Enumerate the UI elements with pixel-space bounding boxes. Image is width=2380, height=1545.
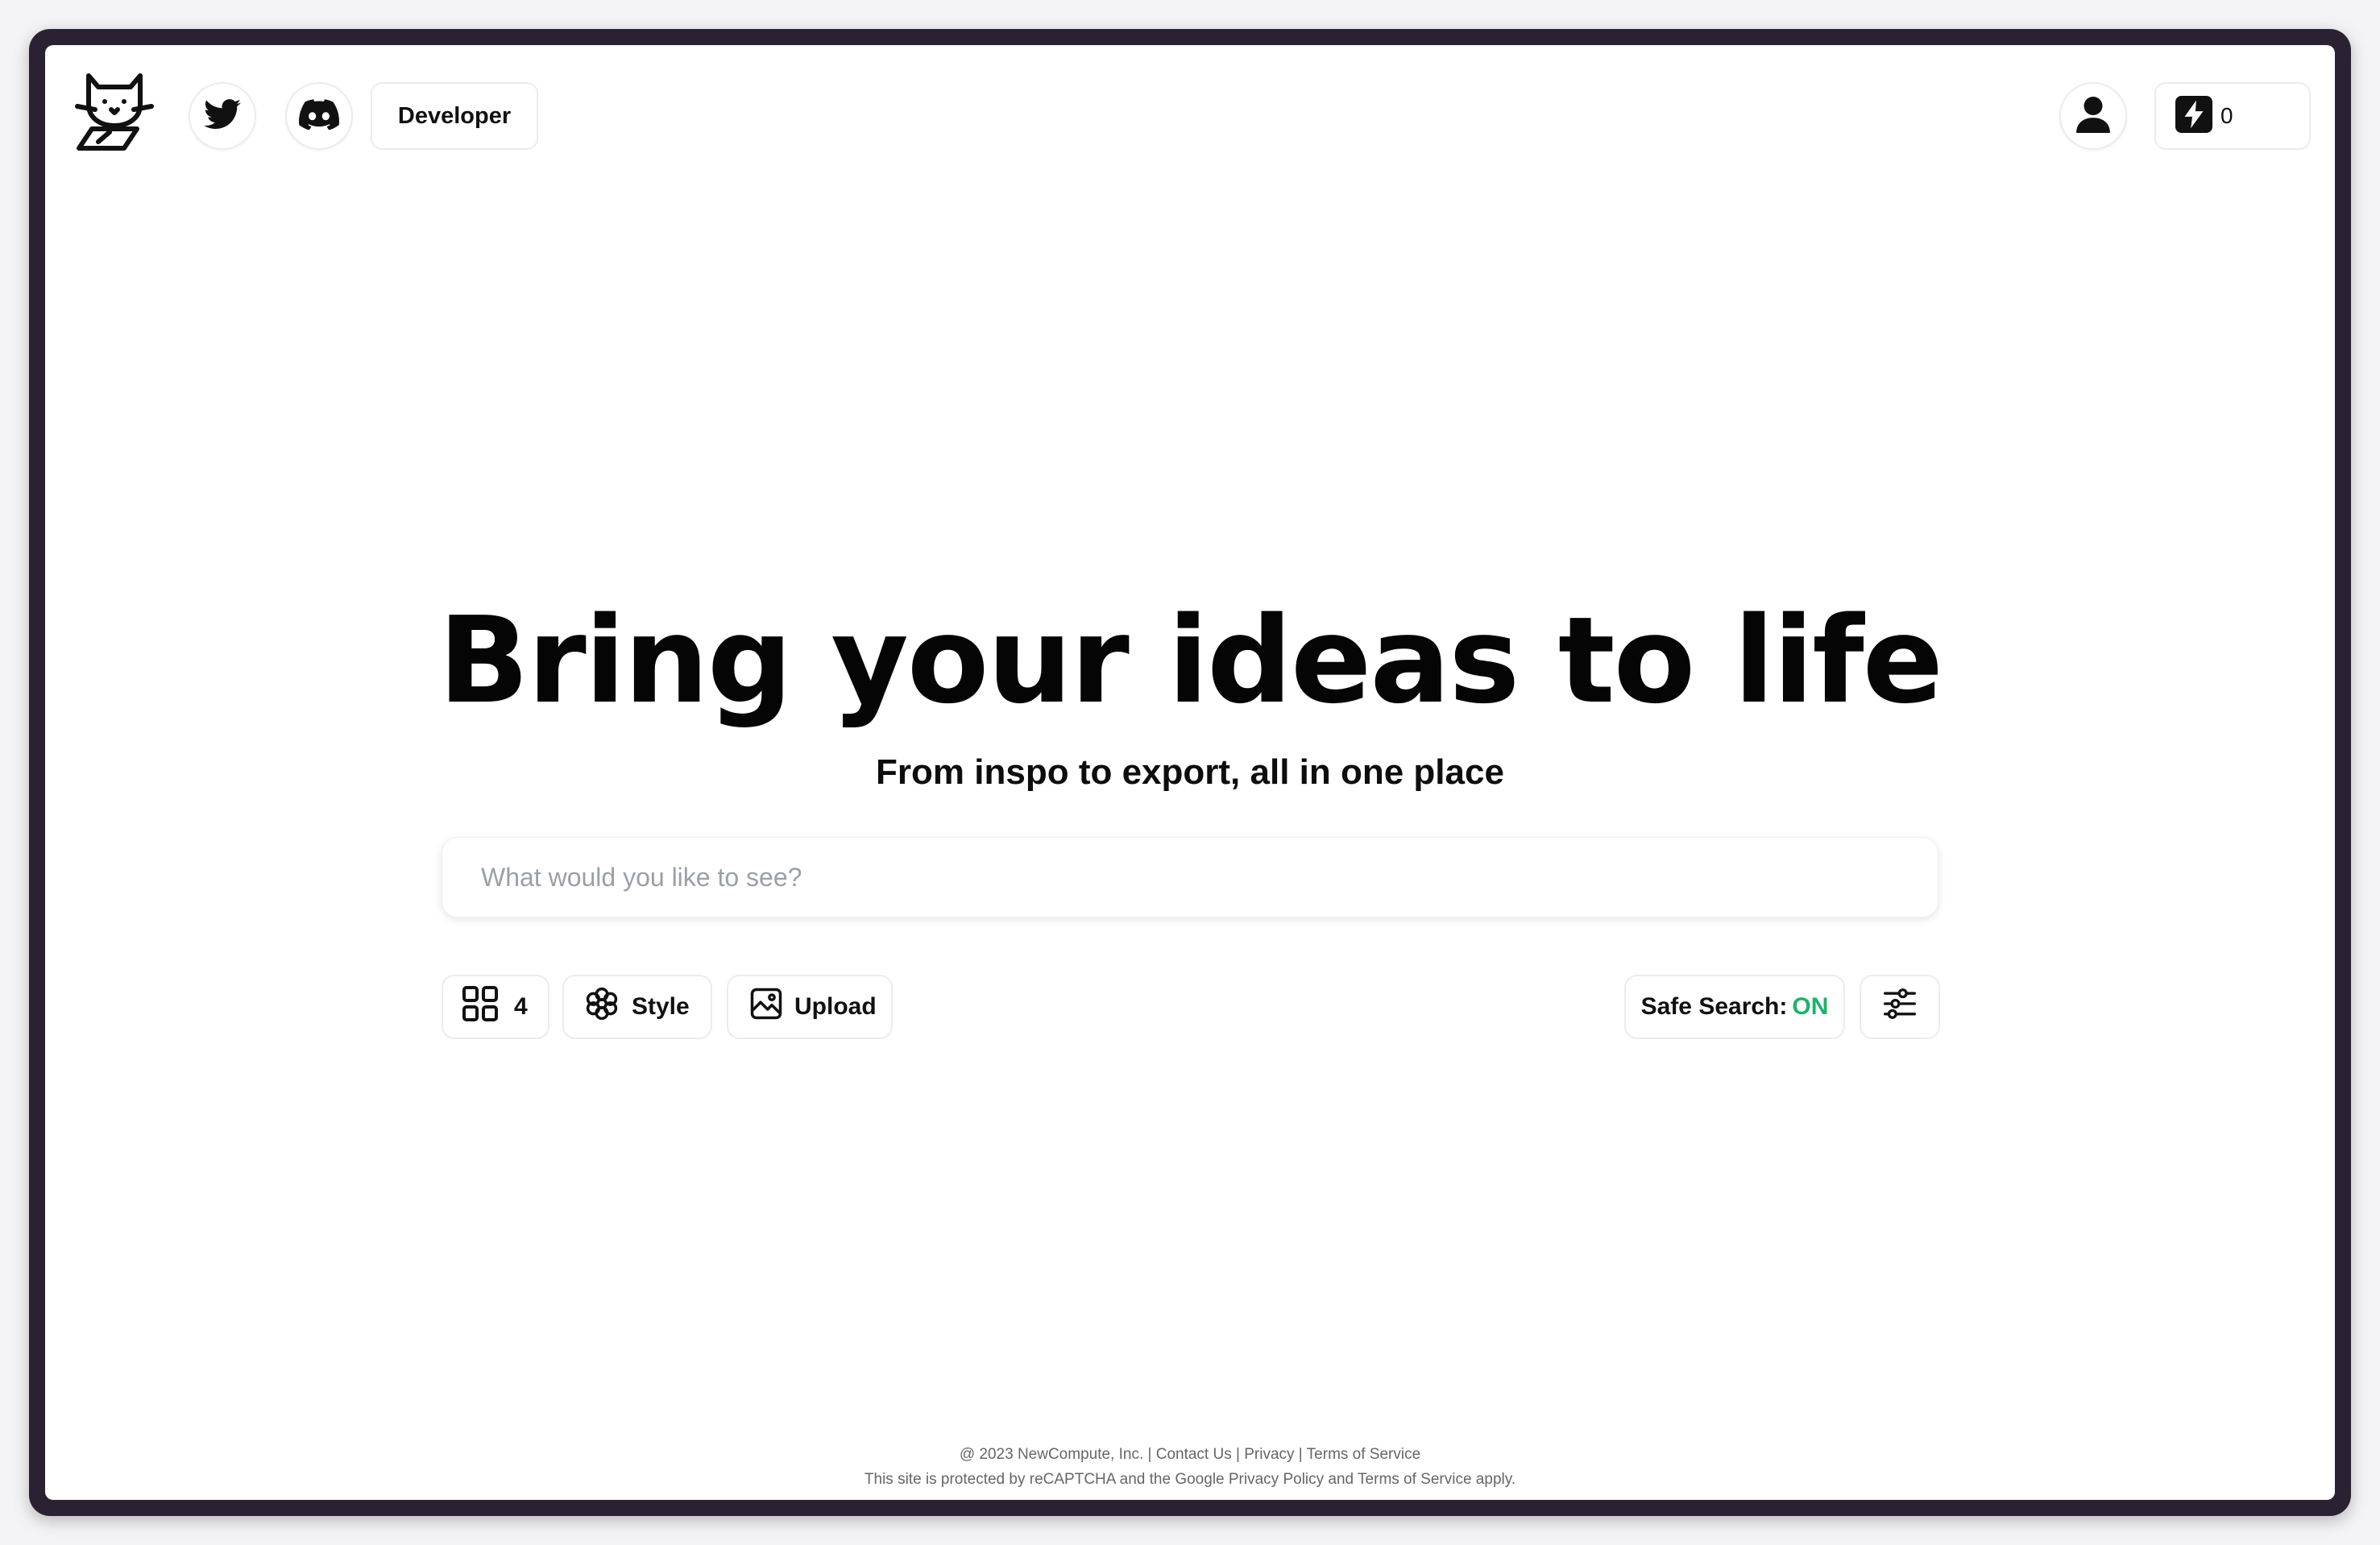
credits-button[interactable]: 0 xyxy=(2154,82,2311,150)
image-icon xyxy=(749,987,783,1027)
terms-link[interactable]: Terms of Service xyxy=(1307,1446,1420,1463)
privacy-link[interactable]: Privacy xyxy=(1244,1446,1294,1463)
user-icon xyxy=(2076,96,2110,137)
credits-count: 0 xyxy=(2220,103,2233,128)
app-window: Developer 0 Bring your ideas to life Fro… xyxy=(45,45,2335,1500)
footer-links-row: @ 2023 NewCompute, Inc. | Contact Us | P… xyxy=(959,1446,1421,1463)
discord-button[interactable] xyxy=(285,82,353,150)
upload-label: Upload xyxy=(794,993,877,1020)
recaptcha-notice: This site is protected by reCAPTCHA and … xyxy=(864,1471,1516,1488)
hero-title: Bring your ideas to life xyxy=(437,591,1943,730)
settings-button[interactable] xyxy=(1860,975,1940,1039)
cat-logo-icon[interactable] xyxy=(74,69,155,153)
flower-icon xyxy=(583,985,620,1029)
developer-button[interactable]: Developer xyxy=(371,82,538,150)
style-label: Style xyxy=(632,993,690,1020)
safe-search-status: ON xyxy=(1792,993,1829,1020)
sliders-icon xyxy=(1882,986,1918,1028)
safe-search-toggle[interactable]: Safe Search: ON xyxy=(1624,975,1845,1039)
discord-icon xyxy=(299,98,340,134)
image-count-value: 4 xyxy=(514,993,528,1020)
lightning-icon xyxy=(2175,95,2212,137)
copyright-text: @ 2023 NewCompute, Inc. xyxy=(959,1446,1144,1463)
style-button[interactable]: Style xyxy=(562,975,712,1039)
image-count-button[interactable]: 4 xyxy=(442,975,549,1039)
contact-us-link[interactable]: Contact Us xyxy=(1156,1446,1232,1463)
footer: @ 2023 NewCompute, Inc. | Contact Us | P… xyxy=(45,1442,2335,1492)
twitter-icon xyxy=(204,98,241,135)
twitter-button[interactable] xyxy=(189,82,256,150)
prompt-input[interactable] xyxy=(442,838,1938,917)
developer-label: Developer xyxy=(397,102,512,129)
device-frame: Developer 0 Bring your ideas to life Fro… xyxy=(29,29,2351,1516)
safe-search-label: Safe Search: xyxy=(1640,993,1788,1020)
hero-subtitle: From inspo to export, all in one place xyxy=(876,752,1504,792)
upload-button[interactable]: Upload xyxy=(727,975,893,1039)
grid-icon xyxy=(462,986,498,1028)
search-box xyxy=(442,837,1938,917)
profile-button[interactable] xyxy=(2059,82,2127,150)
